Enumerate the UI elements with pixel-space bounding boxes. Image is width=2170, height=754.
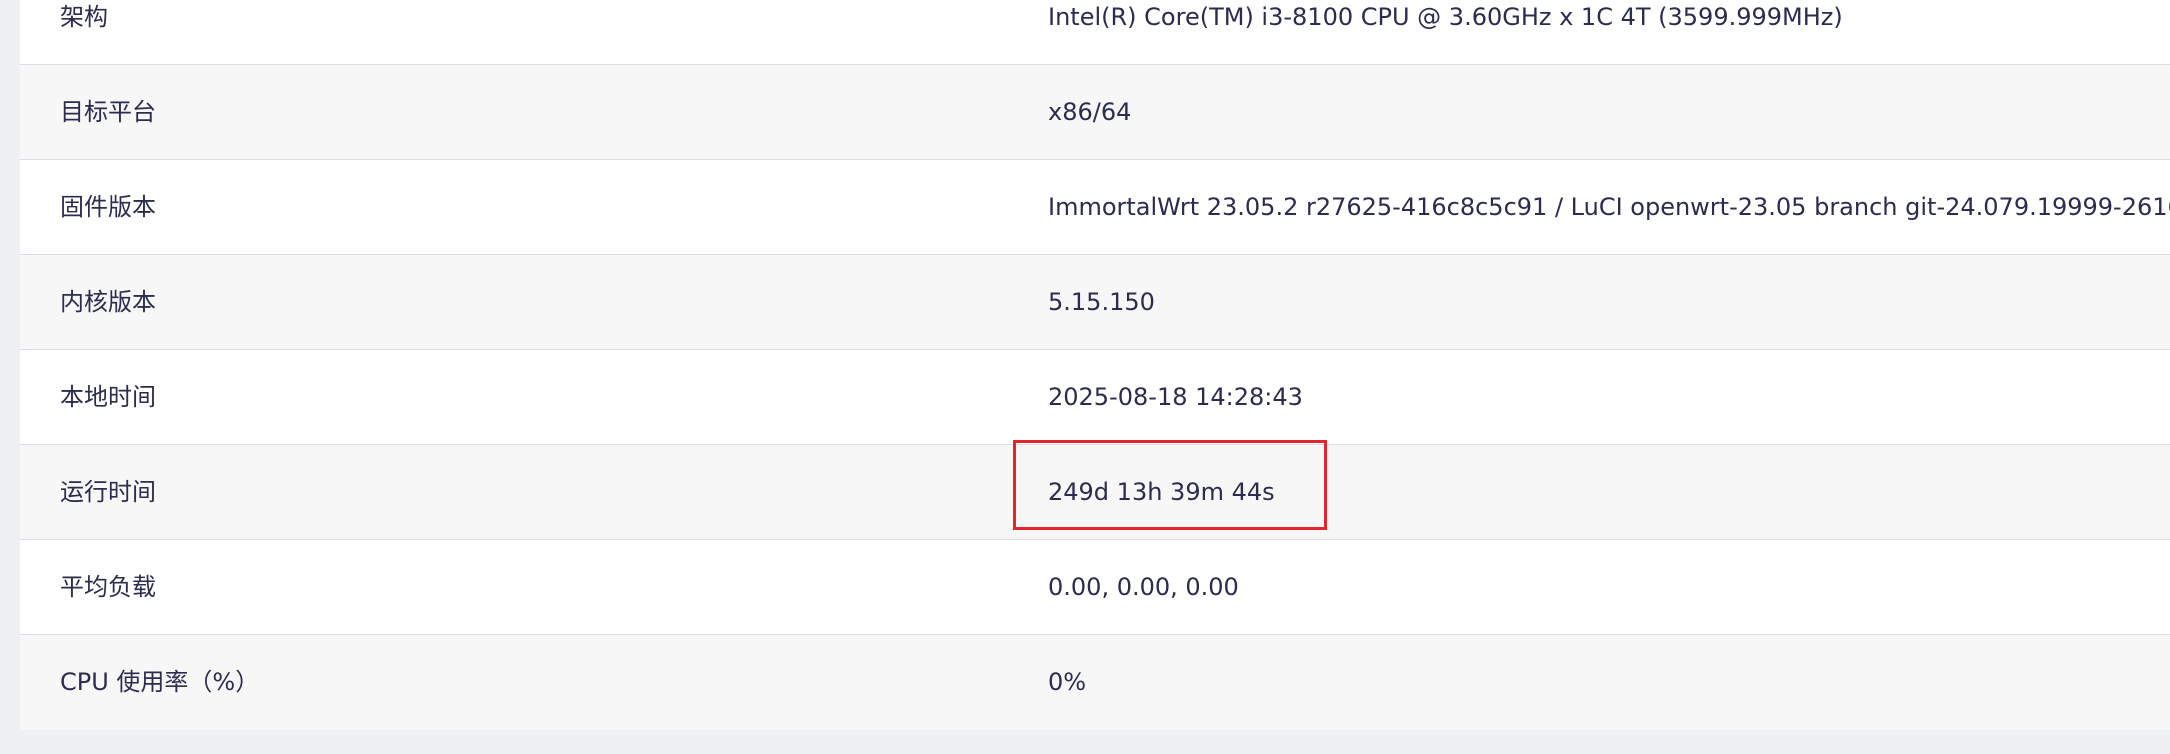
row-label: CPU 使用率（%） — [60, 668, 260, 696]
row-label: 架构 — [60, 3, 108, 31]
row-value: ImmortalWrt 23.05.2 r27625-416c8c5c91 / … — [1048, 193, 2170, 221]
row-value: x86/64 — [1048, 98, 1132, 126]
table-row-kernel-version: 内核版本 5.15.150 — [20, 255, 2170, 350]
system-status-table: 架构 Intel(R) Core(TM) i3-8100 CPU @ 3.60G… — [20, 0, 2170, 730]
table-row-cpu-usage: CPU 使用率（%） 0% — [20, 635, 2170, 730]
table-row-architecture: 架构 Intel(R) Core(TM) i3-8100 CPU @ 3.60G… — [20, 0, 2170, 65]
row-value: 0.00, 0.00, 0.00 — [1048, 573, 1239, 601]
table-row-firmware-version: 固件版本 ImmortalWrt 23.05.2 r27625-416c8c5c… — [20, 160, 2170, 255]
row-value: 5.15.150 — [1048, 288, 1155, 316]
row-value: 0% — [1048, 668, 1087, 696]
table-row-uptime: 运行时间 249d 13h 39m 44s — [20, 445, 2170, 540]
row-value: 2025-08-18 14:28:43 — [1048, 383, 1303, 411]
table-row-load-average: 平均负载 0.00, 0.00, 0.00 — [20, 540, 2170, 635]
table-row-local-time: 本地时间 2025-08-18 14:28:43 — [20, 350, 2170, 445]
row-label: 内核版本 — [60, 288, 156, 316]
table-row-target-platform: 目标平台 x86/64 — [20, 65, 2170, 160]
row-label: 本地时间 — [60, 383, 156, 411]
row-label: 运行时间 — [60, 478, 156, 506]
row-value: Intel(R) Core(TM) i3-8100 CPU @ 3.60GHz … — [1048, 3, 1843, 31]
row-label: 平均负载 — [60, 573, 156, 601]
row-label: 固件版本 — [60, 193, 156, 221]
row-value: 249d 13h 39m 44s — [1048, 478, 1275, 506]
row-label: 目标平台 — [60, 98, 156, 126]
